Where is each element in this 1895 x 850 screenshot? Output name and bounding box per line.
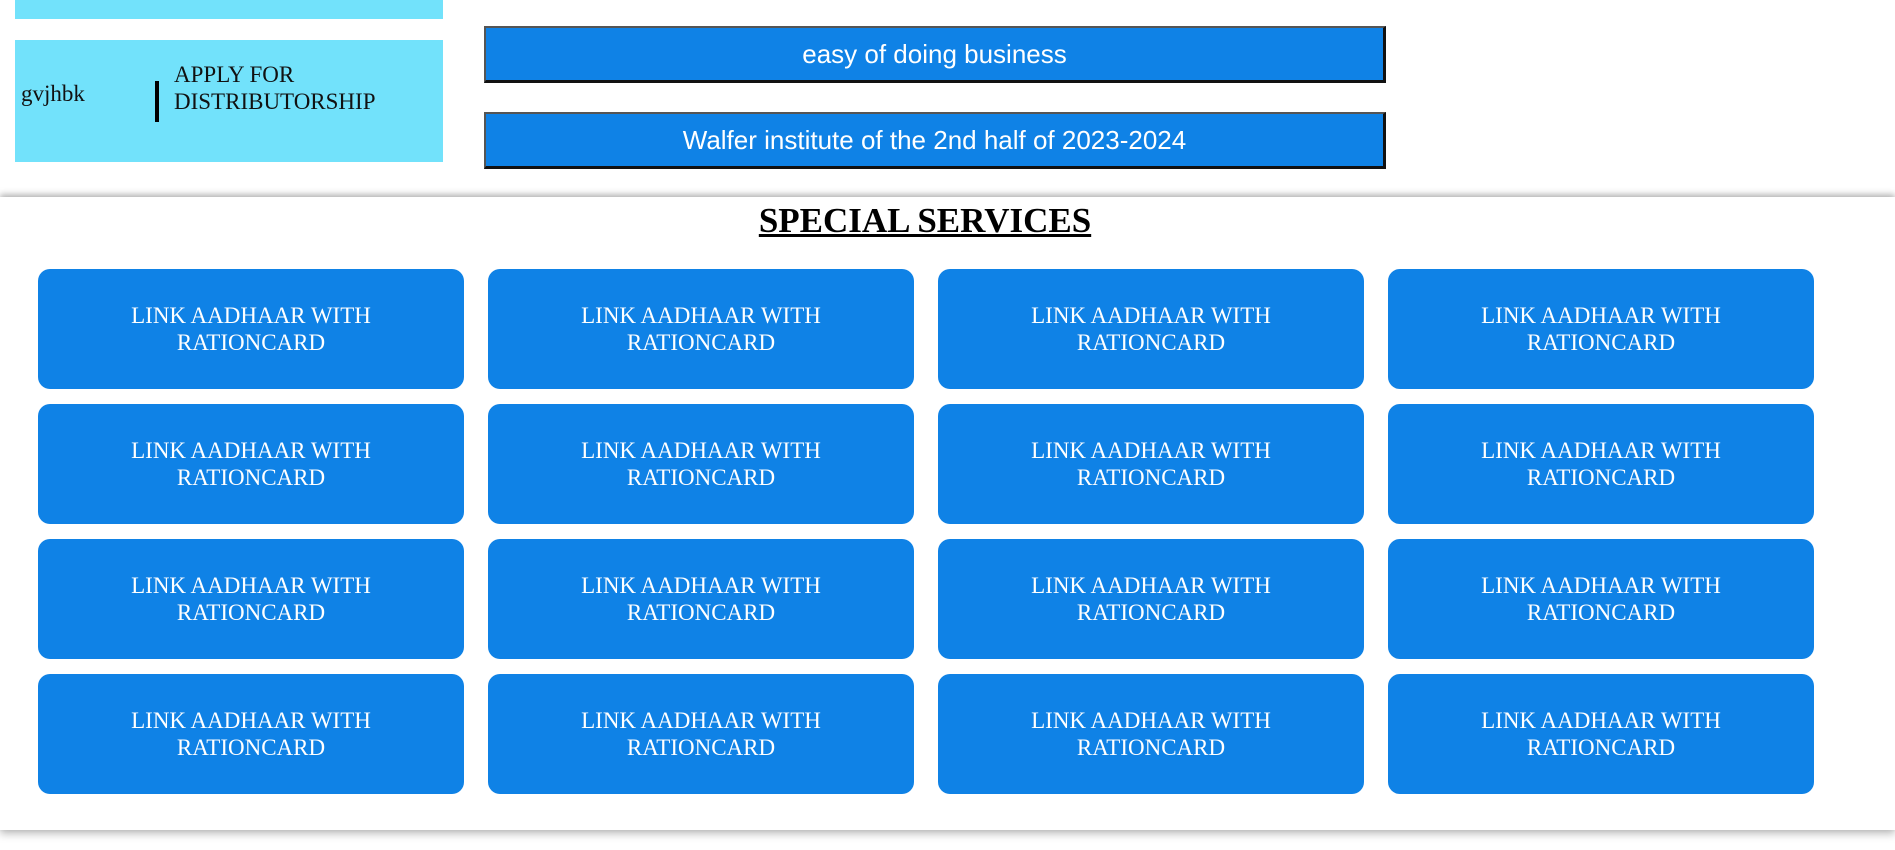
distributor-name: gvjhbk <box>21 81 85 106</box>
special-services-title: SPECIAL SERVICES <box>758 201 1092 240</box>
divider <box>155 81 159 122</box>
service-button[interactable]: LINK AADHAAR WITH RATIONCARD <box>488 539 914 659</box>
service-button[interactable]: LINK AADHAAR WITH RATIONCARD <box>488 404 914 524</box>
service-button[interactable]: LINK AADHAAR WITH RATIONCARD <box>938 674 1364 794</box>
service-button[interactable]: LINK AADHAAR WITH RATIONCARD <box>488 269 914 389</box>
page: gvjhbk APPLY FOR DISTRIBUTORSHIP easy of… <box>0 0 1895 850</box>
service-button[interactable]: LINK AADHAAR WITH RATIONCARD <box>1388 674 1814 794</box>
service-button[interactable]: LINK AADHAAR WITH RATIONCARD <box>38 674 464 794</box>
distributor-card: gvjhbk APPLY FOR DISTRIBUTORSHIP <box>15 40 443 162</box>
service-button[interactable]: LINK AADHAAR WITH RATIONCARD <box>1388 404 1814 524</box>
service-button[interactable]: LINK AADHAAR WITH RATIONCARD <box>938 404 1364 524</box>
service-button[interactable]: LINK AADHAAR WITH RATIONCARD <box>938 269 1364 389</box>
service-button[interactable]: LINK AADHAAR WITH RATIONCARD <box>1388 269 1814 389</box>
service-button[interactable]: LINK AADHAAR WITH RATIONCARD <box>38 404 464 524</box>
banner-button-ease-of-business[interactable]: easy of doing business <box>484 26 1386 83</box>
services-grid: LINK AADHAAR WITH RATIONCARD LINK AADHAA… <box>38 269 1814 794</box>
service-button[interactable]: LINK AADHAAR WITH RATIONCARD <box>38 539 464 659</box>
service-button[interactable]: LINK AADHAAR WITH RATIONCARD <box>38 269 464 389</box>
service-button[interactable]: LINK AADHAAR WITH RATIONCARD <box>1388 539 1814 659</box>
banner-button-walfer-institute[interactable]: Walfer institute of the 2nd half of 2023… <box>484 112 1386 169</box>
top-cyan-strip <box>15 0 443 19</box>
service-button[interactable]: LINK AADHAAR WITH RATIONCARD <box>938 539 1364 659</box>
special-services-section: SPECIAL SERVICES LINK AADHAAR WITH RATIO… <box>0 197 1895 830</box>
apply-distributorship-link[interactable]: APPLY FOR DISTRIBUTORSHIP <box>174 61 434 115</box>
service-button[interactable]: LINK AADHAAR WITH RATIONCARD <box>488 674 914 794</box>
